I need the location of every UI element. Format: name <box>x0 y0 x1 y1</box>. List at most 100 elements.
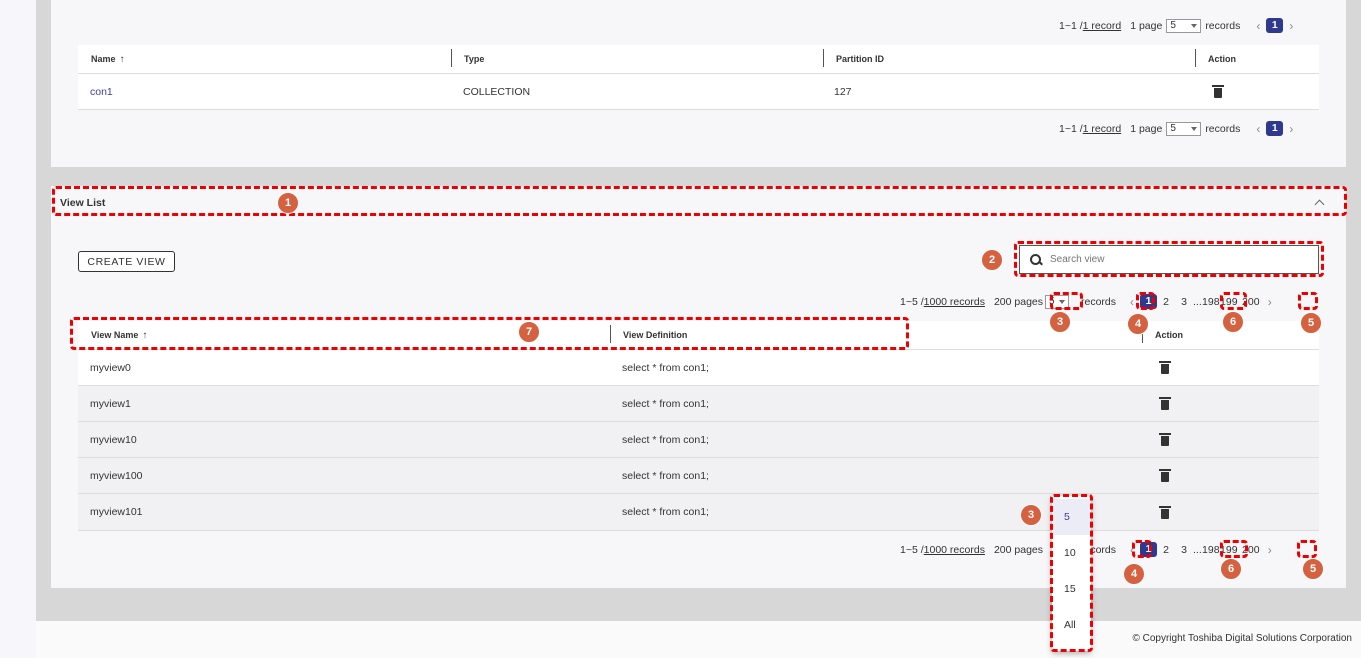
annotation-badge: 2 <box>981 249 1003 271</box>
annotation-badge: 7 <box>518 321 540 343</box>
dropdown-highlight <box>1050 494 1093 652</box>
view-definition: select * from con1; <box>622 506 709 518</box>
col-type-label: Type <box>464 54 485 64</box>
records-link[interactable]: 1 record <box>1083 20 1122 32</box>
view-name: myview100 <box>90 469 143 482</box>
table-row: myview101 select * from con1; <box>78 494 1319 531</box>
view-name: myview10 <box>90 433 137 446</box>
table-row: myview10 select * from con1; <box>78 422 1319 458</box>
view-definition: select * from con1; <box>622 397 709 410</box>
annotation-badge: 5 <box>1302 558 1324 580</box>
page-button-198[interactable]: 198 <box>1202 544 1220 556</box>
annotation-badge: 3 <box>1049 311 1071 333</box>
annotation-badge: 6 <box>1222 311 1244 333</box>
delete-button[interactable] <box>1159 494 1171 530</box>
page-size-highlight <box>1050 292 1083 310</box>
trash-icon <box>1159 433 1171 446</box>
view-definition: select * from con1; <box>622 433 709 446</box>
page-jump-highlight <box>1220 292 1247 310</box>
partition-pager-bottom: 1~1 / 1 record 1 page 5 records ‹ 1 › <box>1059 121 1299 136</box>
view-list-title: View List <box>60 197 106 209</box>
records-link[interactable]: 1000 records <box>924 544 985 556</box>
container-type: COLLECTION <box>463 85 531 98</box>
delete-button[interactable] <box>1159 458 1171 493</box>
partition-id: 127 <box>834 85 852 98</box>
header-highlight <box>70 317 909 350</box>
page-size-select[interactable]: 5 <box>1166 121 1202 136</box>
col-action-label: Action <box>1208 54 1236 64</box>
pager-range: 1~5 / <box>900 543 924 556</box>
records-link[interactable]: 1000 records <box>924 296 985 308</box>
pages-count: 200 pages <box>993 295 1043 308</box>
prev-page-icon[interactable]: ‹ <box>1130 295 1134 309</box>
annotation-badge: 4 <box>1127 313 1149 335</box>
table-row: con1 COLLECTION 127 <box>78 74 1319 110</box>
page-button-active[interactable]: 1 <box>1266 18 1284 33</box>
page-size-value: 5 <box>1170 123 1176 134</box>
delete-button[interactable] <box>1159 386 1171 421</box>
prev-highlight <box>1136 292 1155 310</box>
search-icon <box>1030 253 1042 266</box>
trash-icon <box>1159 397 1171 410</box>
trash-icon <box>1159 505 1171 519</box>
prev-page-icon[interactable]: ‹ <box>1256 19 1260 33</box>
next-page-icon[interactable]: › <box>1289 122 1293 136</box>
create-view-button[interactable]: CREATE VIEW <box>78 251 175 272</box>
annotation-badge: 1 <box>277 192 299 214</box>
col-action: Action <box>1208 45 1236 73</box>
caret-down-icon <box>1191 126 1198 131</box>
next-page-icon[interactable]: › <box>1268 543 1272 557</box>
search-view-box[interactable] <box>1019 245 1319 274</box>
page-ellipsis: ... <box>1193 543 1202 556</box>
col-partition-id[interactable]: Partition ID <box>836 45 884 73</box>
prev-highlight <box>1132 540 1152 558</box>
view-definition: select * from con1; <box>622 469 709 482</box>
page-button-2[interactable]: 2 <box>1157 544 1175 556</box>
col-name[interactable]: Name ↑ <box>91 45 125 73</box>
page-ellipsis: ... <box>1193 295 1202 308</box>
partition-table-header: Name ↑ Type Partition ID Action <box>78 45 1319 74</box>
column-divider[interactable] <box>1195 49 1196 67</box>
records-link[interactable]: 1 record <box>1083 123 1122 135</box>
prev-page-icon[interactable]: ‹ <box>1256 122 1260 136</box>
annotation-badge: 6 <box>1220 558 1242 580</box>
trash-icon <box>1159 361 1171 374</box>
view-list-header[interactable] <box>52 186 1347 216</box>
next-highlight <box>1297 540 1317 558</box>
next-page-icon[interactable]: › <box>1268 295 1272 309</box>
table-row: myview0 select * from con1; <box>78 350 1319 386</box>
records-label: records <box>1205 19 1241 32</box>
page-button-active[interactable]: 1 <box>1266 121 1284 136</box>
page-button-2[interactable]: 2 <box>1157 296 1175 308</box>
delete-button[interactable] <box>1212 74 1224 109</box>
annotation-badge: 5 <box>1300 312 1322 334</box>
copyright-text: © Copyright Toshiba Digital Solutions Co… <box>1132 633 1352 644</box>
table-row: myview100 select * from con1; <box>78 458 1319 494</box>
column-divider[interactable] <box>451 49 452 67</box>
annotation-badge: 3 <box>1020 504 1042 526</box>
records-label: records <box>1205 122 1241 135</box>
column-divider[interactable] <box>823 49 824 67</box>
search-input[interactable] <box>1050 254 1290 265</box>
view-name: myview0 <box>90 361 131 374</box>
caret-down-icon <box>1191 23 1198 28</box>
records-label: records <box>1081 295 1117 308</box>
page-jump-highlight <box>1220 540 1248 558</box>
partition-pager-top: 1~1 / 1 record 1 page 5 records ‹ 1 › <box>1059 18 1299 33</box>
next-page-icon[interactable]: › <box>1289 19 1293 33</box>
pager-range: 1~1 / <box>1059 122 1083 135</box>
delete-button[interactable] <box>1159 422 1171 457</box>
delete-button[interactable] <box>1159 350 1171 385</box>
page-size-select[interactable]: 5 <box>1166 18 1202 33</box>
pages-count: 200 pages <box>993 543 1043 556</box>
page-button-3[interactable]: 3 <box>1175 296 1193 308</box>
annotation-badge: 4 <box>1123 563 1145 585</box>
page-button-198[interactable]: 198 <box>1202 296 1220 308</box>
container-name-link[interactable]: con1 <box>90 74 113 109</box>
pager-range: 1~1 / <box>1059 19 1083 32</box>
col-partition-id-label: Partition ID <box>836 54 885 64</box>
col-type[interactable]: Type <box>464 45 484 73</box>
page-button-3[interactable]: 3 <box>1175 544 1193 556</box>
view-name: myview1 <box>90 397 131 410</box>
pager-range: 1~5 / <box>900 295 924 308</box>
